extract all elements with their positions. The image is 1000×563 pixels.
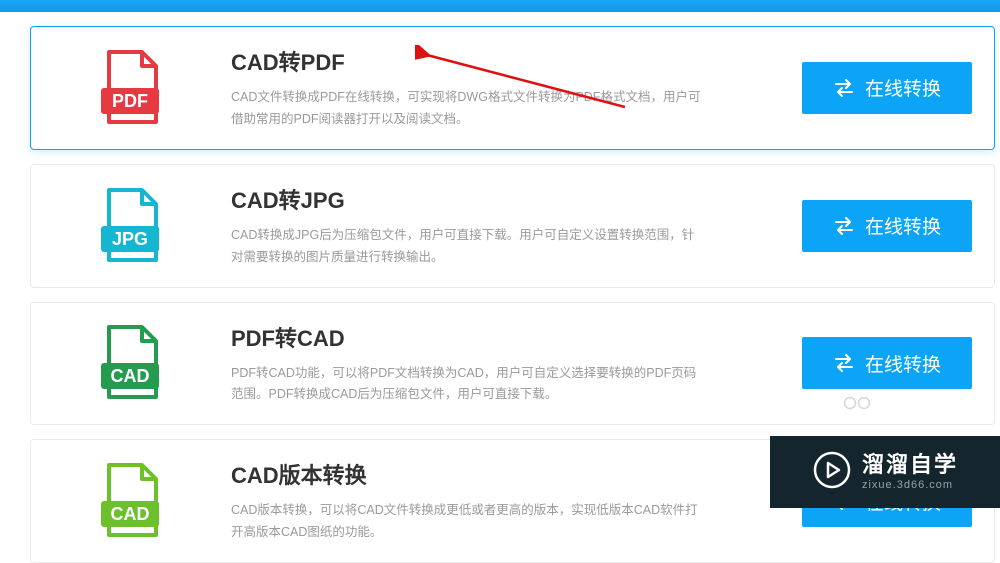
online-convert-button[interactable]: 在线转换 — [802, 62, 972, 114]
svg-text:CAD: CAD — [111, 504, 150, 524]
svg-text:CAD: CAD — [111, 366, 150, 386]
cad-file-icon: CAD — [86, 323, 176, 403]
card-title: PDF转CAD — [231, 321, 772, 353]
svg-text:PDF: PDF — [112, 91, 148, 111]
conversion-card-jpg-1[interactable]: JPG CAD转JPG CAD转换成JPG后为压缩包文件，用户可直接下载。用户可… — [30, 164, 995, 288]
jpg-file-icon: JPG — [86, 186, 176, 266]
brand-name-cn: 溜溜自学 — [862, 454, 958, 476]
card-content: CAD版本转换 CAD版本转换，可以将CAD文件转换成更低或者更高的版本，实现低… — [186, 458, 802, 544]
scroll-hint-icon — [842, 396, 872, 410]
swap-icon — [833, 354, 855, 372]
button-label: 在线转换 — [865, 74, 941, 101]
card-content: CAD转PDF CAD文件转换成PDF在线转换，可实现将DWG格式文件转换为PD… — [186, 45, 802, 131]
top-bar — [0, 0, 1000, 12]
card-title: CAD转JPG — [231, 183, 772, 215]
card-content: PDF转CAD PDF转CAD功能，可以将PDF文档转换为CAD，用户可自定义选… — [186, 321, 802, 407]
swap-icon — [833, 79, 855, 97]
card-title: CAD版本转换 — [231, 458, 772, 490]
button-label: 在线转换 — [865, 212, 941, 239]
conversion-card-pdf-0[interactable]: PDF CAD转PDF CAD文件转换成PDF在线转换，可实现将DWG格式文件转… — [30, 26, 995, 150]
online-convert-button[interactable]: 在线转换 — [802, 200, 972, 252]
card-desc: CAD版本转换，可以将CAD文件转换成更低或者更高的版本，实现低版本CAD软件打… — [231, 500, 701, 544]
card-desc: CAD转换成JPG后为压缩包文件，用户可直接下载。用户可自定义设置转换范围，针对… — [231, 225, 701, 269]
svg-text:JPG: JPG — [112, 229, 148, 249]
button-label: 在线转换 — [865, 350, 941, 377]
card-desc: PDF转CAD功能，可以将PDF文档转换为CAD，用户可自定义选择要转换的PDF… — [231, 363, 701, 407]
online-convert-button[interactable]: 在线转换 — [802, 337, 972, 389]
card-content: CAD转JPG CAD转换成JPG后为压缩包文件，用户可直接下载。用户可自定义设… — [186, 183, 802, 269]
card-title: CAD转PDF — [231, 45, 772, 77]
brand-logo-icon — [812, 450, 852, 495]
pdf-file-icon: PDF — [86, 48, 176, 128]
card-desc: CAD文件转换成PDF在线转换，可实现将DWG格式文件转换为PDF格式文档，用户… — [231, 87, 701, 131]
swap-icon — [833, 217, 855, 235]
brand-watermark: 溜溜自学 zixue.3d66.com — [770, 436, 1000, 508]
cad-file-icon: CAD — [86, 461, 176, 541]
brand-name-en: zixue.3d66.com — [862, 480, 958, 491]
